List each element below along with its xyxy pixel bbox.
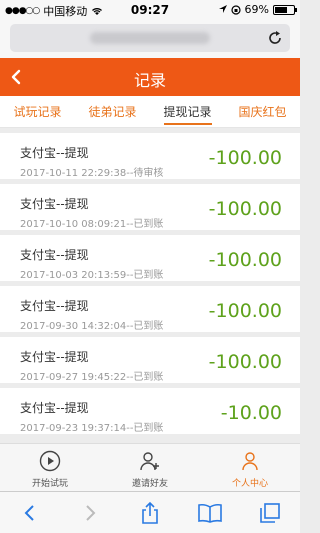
add-user-icon <box>140 452 159 471</box>
battery-fill <box>275 6 288 13</box>
share-icon <box>142 501 158 524</box>
record-meta: 2017-09-27 19:45:22--已到账 <box>20 372 164 383</box>
bottom-nav: 开始试玩 邀请好友 个人中心 <box>0 443 300 491</box>
nav-label: 个人中心 <box>231 479 268 489</box>
record-amount: -100.00 <box>208 249 282 271</box>
list-item[interactable]: 支付宝--提现 2017-09-30 14:32:04--已到账 -100.00 <box>0 286 300 332</box>
nav-profile-center[interactable]: 个人中心 <box>200 444 300 491</box>
browser-bookmarks-button[interactable] <box>195 498 225 528</box>
tab-apprentice-records[interactable]: 徒弟记录 <box>75 96 150 127</box>
battery-percent: 69% <box>244 3 269 16</box>
withdrawal-list: 支付宝--提现 2017-10-11 22:29:38--待审核 -100.00… <box>0 133 300 439</box>
browser-forward-button[interactable] <box>75 498 105 528</box>
status-bar: ●●●○○ 中国移动 09:27 69% <box>0 0 300 20</box>
tab-label: 提现记录 <box>163 105 212 119</box>
record-amount: -100.00 <box>208 198 282 220</box>
record-name: 支付宝--提现 <box>20 146 89 160</box>
record-name: 支付宝--提现 <box>20 401 89 415</box>
record-meta: 2017-09-30 14:32:04--已到账 <box>20 321 164 332</box>
record-name: 支付宝--提现 <box>20 248 89 262</box>
battery-icon <box>273 4 297 15</box>
play-icon <box>39 450 61 472</box>
tabs-icon <box>260 502 280 523</box>
status-right: 69% <box>218 3 297 16</box>
nav-label: 开始试玩 <box>31 479 68 489</box>
reload-icon[interactable] <box>266 29 284 47</box>
page-title: 记录 <box>133 71 166 90</box>
browser-toolbar <box>0 491 300 533</box>
bookmarks-icon <box>198 503 222 523</box>
location-icon <box>218 5 227 13</box>
tab-trial-records[interactable]: 试玩记录 <box>0 96 75 127</box>
record-meta: 2017-10-03 20:13:59--已到账 <box>20 270 164 281</box>
list-item[interactable]: 支付宝--提现 2017-09-27 19:45:22--已到账 -100.00 <box>0 337 300 383</box>
record-amount: -100.00 <box>208 351 282 373</box>
tab-label: 国庆红包 <box>238 105 287 119</box>
record-meta: 2017-09-23 19:37:14--已到账 <box>20 423 164 434</box>
nav-label: 邀请好友 <box>131 479 168 489</box>
record-amount: -100.00 <box>208 147 282 169</box>
record-name: 支付宝--提现 <box>20 299 89 313</box>
browser-share-button[interactable] <box>135 498 165 528</box>
page-header: 记录 <box>0 58 300 96</box>
user-icon <box>242 452 258 471</box>
record-meta: 2017-10-10 08:09:21--已到账 <box>20 219 164 230</box>
address-bar[interactable] <box>10 24 290 52</box>
chevron-left-icon <box>24 504 34 521</box>
browser-back-button[interactable] <box>15 498 45 528</box>
record-meta: 2017-10-11 22:29:38--待审核 <box>20 168 164 179</box>
chevron-right-icon <box>86 504 96 521</box>
record-tabs: 试玩记录 徒弟记录 提现记录 国庆红包 <box>0 96 300 128</box>
browser-address-area <box>0 20 300 58</box>
rotation-lock-icon <box>230 4 241 15</box>
record-name: 支付宝--提现 <box>20 197 89 211</box>
nav-invite-friends[interactable]: 邀请好友 <box>100 444 200 491</box>
browser-tabs-button[interactable] <box>255 498 285 528</box>
tab-withdrawal-records[interactable]: 提现记录 <box>150 96 225 127</box>
blurred-url <box>90 32 210 44</box>
record-name: 支付宝--提现 <box>20 350 89 364</box>
tab-label: 试玩记录 <box>13 105 62 119</box>
list-item[interactable]: 支付宝--提现 2017-10-11 22:29:38--待审核 -100.00 <box>0 133 300 179</box>
tab-label: 徒弟记录 <box>88 105 137 119</box>
active-tab-indicator <box>163 123 212 125</box>
record-amount: -100.00 <box>208 300 282 322</box>
tab-national-day-redpacket[interactable]: 国庆红包 <box>225 96 300 127</box>
list-item[interactable]: 支付宝--提现 2017-09-23 19:37:14--已到账 -10.00 <box>0 388 300 434</box>
list-item[interactable]: 支付宝--提现 2017-10-03 20:13:59--已到账 -100.00 <box>0 235 300 281</box>
record-amount: -10.00 <box>220 402 282 424</box>
list-item[interactable]: 支付宝--提现 2017-10-10 08:09:21--已到账 -100.00 <box>0 184 300 230</box>
nav-start-trial[interactable]: 开始试玩 <box>0 444 100 491</box>
